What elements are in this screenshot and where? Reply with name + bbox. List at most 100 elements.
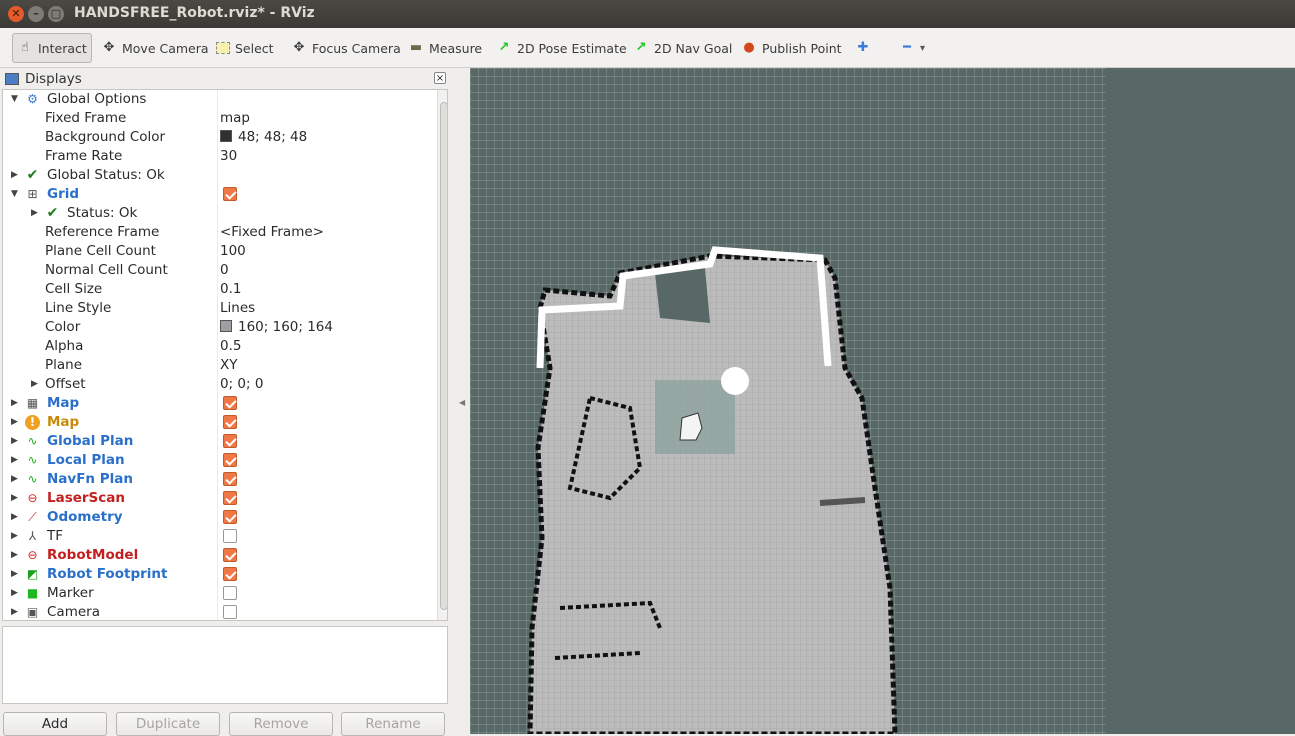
duplicate-button[interactable]: Duplicate bbox=[116, 712, 220, 736]
display-row-background-color[interactable]: Background Color 48; 48; 48 bbox=[3, 128, 435, 147]
display-row-tf[interactable]: ▶ ⅄ TF bbox=[3, 527, 435, 546]
display-row-plane-cell-count[interactable]: Plane Cell Count 100 bbox=[3, 242, 435, 261]
enabled-checkbox[interactable] bbox=[223, 586, 237, 600]
display-row-cell-size[interactable]: Cell Size 0.1 bbox=[3, 280, 435, 299]
expand-right-icon[interactable]: ▶ bbox=[11, 451, 18, 470]
display-row-grid[interactable]: ▼ ⊞ Grid bbox=[3, 185, 435, 204]
display-row-map[interactable]: ▶! Map bbox=[3, 413, 435, 432]
marker-cube-icon: ■ bbox=[26, 586, 39, 600]
display-row-color[interactable]: Color 160; 160; 164 bbox=[3, 318, 435, 337]
tool-2d-nav-goal-button[interactable]: ↗ 2D Nav Goal bbox=[629, 33, 736, 63]
display-row-global-options[interactable]: ▼ ⚙ Global Options bbox=[3, 90, 435, 109]
property-value-text: 0.5 bbox=[220, 338, 242, 354]
scrollbar-thumb[interactable] bbox=[440, 102, 447, 610]
property-value[interactable]: 0.1 bbox=[220, 280, 241, 299]
tool-publish-point-button[interactable]: ● Publish Point bbox=[737, 33, 846, 63]
display-row-line-style[interactable]: Line Style Lines bbox=[3, 299, 435, 318]
enabled-checkbox[interactable] bbox=[223, 529, 237, 543]
expand-right-icon[interactable]: ▶ bbox=[11, 565, 18, 584]
property-value[interactable]: <Fixed Frame> bbox=[220, 223, 324, 242]
window-maximize-button[interactable]: □ bbox=[48, 6, 64, 22]
enabled-checkbox[interactable] bbox=[223, 491, 237, 505]
expand-right-icon[interactable]: ▶ bbox=[11, 546, 18, 565]
property-value[interactable]: 160; 160; 164 bbox=[220, 318, 333, 337]
display-row-fixed-frame[interactable]: Fixed Frame map bbox=[3, 109, 435, 128]
expand-right-icon[interactable]: ▶ bbox=[11, 470, 18, 489]
expand-right-icon[interactable]: ▶ bbox=[11, 603, 18, 620]
color-swatch[interactable] bbox=[220, 320, 232, 332]
property-value[interactable]: 48; 48; 48 bbox=[220, 128, 307, 147]
display-row-marker[interactable]: ▶ ■ Marker bbox=[3, 584, 435, 603]
panel-splitter[interactable]: ◀ bbox=[452, 68, 470, 734]
enabled-checkbox[interactable] bbox=[223, 472, 237, 486]
enabled-checkbox[interactable] bbox=[223, 415, 237, 429]
property-value[interactable]: map bbox=[220, 109, 250, 128]
display-row-plane[interactable]: Plane XY bbox=[3, 356, 435, 375]
tool-2d-pose-estimate-button[interactable]: ↗ 2D Pose Estimate bbox=[492, 33, 631, 63]
property-value[interactable]: 100 bbox=[220, 242, 246, 261]
error-icon: ⊖ bbox=[27, 491, 38, 505]
display-row-robotmodel[interactable]: ▶ ⊖ RobotModel bbox=[3, 546, 435, 565]
expand-right-icon[interactable]: ▶ bbox=[11, 432, 18, 451]
focus-camera-icon: ✥ bbox=[293, 40, 305, 55]
enabled-checkbox[interactable] bbox=[223, 187, 237, 201]
3d-viewport[interactable] bbox=[470, 68, 1295, 734]
display-row-map[interactable]: ▶ ▦ Map bbox=[3, 394, 435, 413]
display-row-normal-cell-count[interactable]: Normal Cell Count 0 bbox=[3, 261, 435, 280]
remove-button[interactable]: Remove bbox=[229, 712, 333, 736]
enabled-checkbox[interactable] bbox=[223, 567, 237, 581]
color-swatch[interactable] bbox=[220, 130, 232, 142]
panel-close-icon[interactable]: × bbox=[434, 72, 446, 84]
enabled-checkbox[interactable] bbox=[223, 434, 237, 448]
expand-right-icon[interactable]: ▶ bbox=[11, 394, 18, 413]
tool-interact-button[interactable]: ☝ Interact bbox=[12, 33, 92, 63]
collapse-arrow-icon[interactable]: ◀ bbox=[459, 398, 465, 407]
property-value[interactable]: XY bbox=[220, 356, 238, 375]
display-row-reference-frame[interactable]: Reference Frame <Fixed Frame> bbox=[3, 223, 435, 242]
window-minimize-button[interactable]: – bbox=[28, 6, 44, 22]
tool-focus-camera-button[interactable]: ✥ Focus Camera bbox=[287, 33, 405, 63]
display-row-status-ok[interactable]: ▶ ✔ Status: Ok bbox=[3, 204, 435, 223]
expand-right-icon[interactable]: ▶ bbox=[31, 375, 38, 394]
tool-move-camera-button[interactable]: ✥ Move Camera bbox=[97, 33, 213, 63]
enabled-checkbox[interactable] bbox=[223, 510, 237, 524]
expand-down-icon[interactable]: ▼ bbox=[11, 90, 18, 109]
vertical-scrollbar[interactable] bbox=[437, 90, 447, 620]
display-row-navfn-plan[interactable]: ▶ ∿ NavFn Plan bbox=[3, 470, 435, 489]
enabled-checkbox[interactable] bbox=[223, 548, 237, 562]
expand-down-icon[interactable]: ▼ bbox=[11, 185, 18, 204]
property-value[interactable]: 30 bbox=[220, 147, 237, 166]
display-row-laserscan[interactable]: ▶ ⊖ LaserScan bbox=[3, 489, 435, 508]
display-row-frame-rate[interactable]: Frame Rate 30 bbox=[3, 147, 435, 166]
display-row-odometry[interactable]: ▶ ⟋ Odometry bbox=[3, 508, 435, 527]
display-row-local-plan[interactable]: ▶ ∿ Local Plan bbox=[3, 451, 435, 470]
display-row-robot-footprint[interactable]: ▶ ◩ Robot Footprint bbox=[3, 565, 435, 584]
display-row-label: Plane Cell Count bbox=[45, 243, 156, 259]
display-row-offset[interactable]: ▶ Offset 0; 0; 0 bbox=[3, 375, 435, 394]
window-close-button[interactable]: ✕ bbox=[8, 6, 24, 22]
property-value[interactable]: Lines bbox=[220, 299, 255, 318]
add-tool-button[interactable]: ✚ bbox=[851, 33, 875, 63]
enabled-checkbox[interactable] bbox=[223, 453, 237, 467]
property-value[interactable]: 0; 0; 0 bbox=[220, 375, 263, 394]
display-row-global-status-ok[interactable]: ▶ ✔ Global Status: Ok bbox=[3, 166, 435, 185]
expand-right-icon[interactable]: ▶ bbox=[31, 204, 38, 223]
property-value[interactable]: 0.5 bbox=[220, 337, 241, 356]
remove-tool-button[interactable]: ━ ▾ bbox=[895, 33, 929, 63]
expand-right-icon[interactable]: ▶ bbox=[11, 413, 18, 432]
add-button[interactable]: Add bbox=[3, 712, 107, 736]
rename-button[interactable]: Rename bbox=[341, 712, 445, 736]
expand-right-icon[interactable]: ▶ bbox=[11, 508, 18, 527]
display-row-camera[interactable]: ▶ ▣ Camera bbox=[3, 603, 435, 620]
tool-select-button[interactable]: Select bbox=[212, 33, 278, 63]
expand-right-icon[interactable]: ▶ bbox=[11, 527, 18, 546]
expand-right-icon[interactable]: ▶ bbox=[11, 584, 18, 603]
enabled-checkbox[interactable] bbox=[223, 605, 237, 619]
property-value[interactable]: 0 bbox=[220, 261, 229, 280]
tool-measure-button[interactable]: ▬ Measure bbox=[404, 33, 486, 63]
display-row-global-plan[interactable]: ▶ ∿ Global Plan bbox=[3, 432, 435, 451]
display-row-alpha[interactable]: Alpha 0.5 bbox=[3, 337, 435, 356]
enabled-checkbox[interactable] bbox=[223, 396, 237, 410]
expand-right-icon[interactable]: ▶ bbox=[11, 489, 18, 508]
expand-right-icon[interactable]: ▶ bbox=[11, 166, 18, 185]
